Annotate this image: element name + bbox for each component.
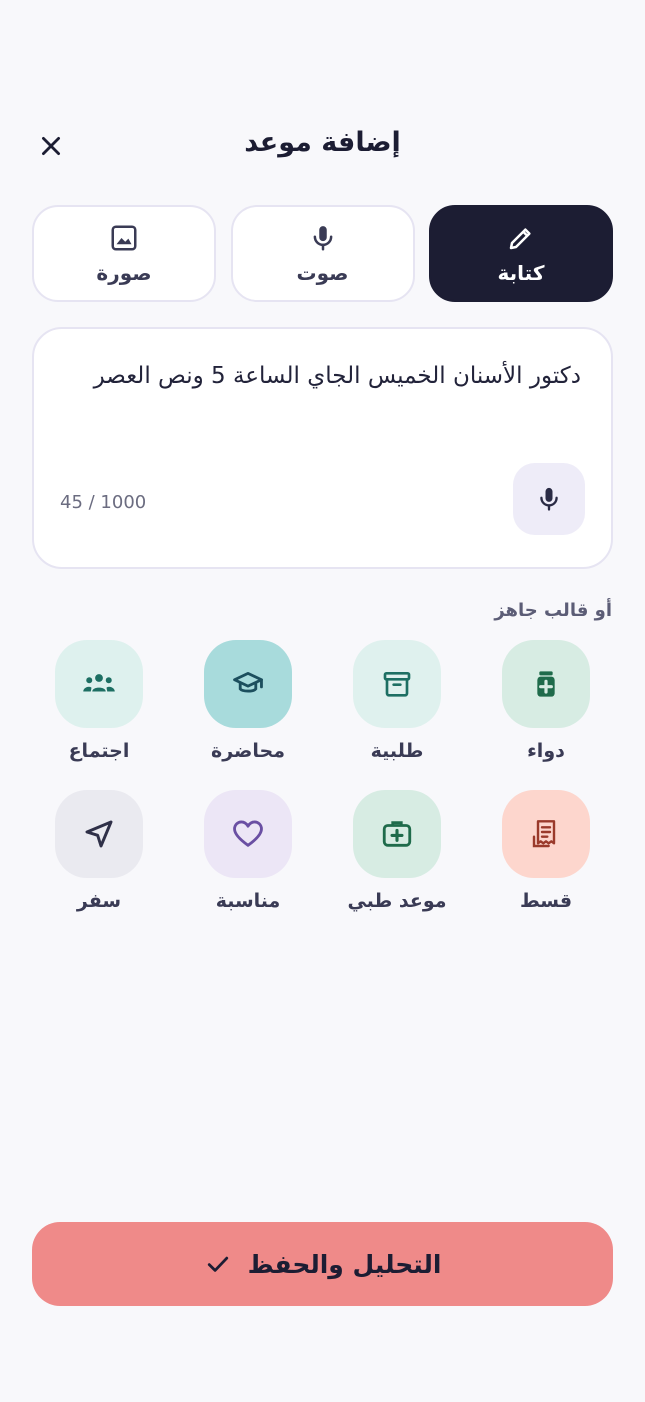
template-lecture[interactable]: محاضرة	[183, 640, 313, 762]
template-installment-label: قسط	[519, 890, 573, 912]
template-occasion-tile	[204, 790, 292, 878]
template-medical-appointment-label: موعد طبي	[347, 890, 447, 912]
tab-write-label: كتابة	[497, 260, 545, 285]
input-mode-tabs: صورة صوت كتابة	[32, 205, 613, 302]
archive-box-icon	[383, 672, 411, 697]
template-medicine-tile	[502, 640, 590, 728]
template-order-tile	[353, 640, 441, 728]
template-travel-tile	[55, 790, 143, 878]
group-icon	[83, 674, 115, 692]
check-icon	[207, 1256, 228, 1272]
template-medical-appointment[interactable]: موعد طبي	[332, 790, 462, 912]
tab-write[interactable]: كتابة	[429, 205, 613, 302]
page-title: إضافة موعد	[244, 127, 401, 158]
receipt-icon	[532, 820, 556, 848]
tab-image-label: صورة	[96, 260, 152, 285]
input-text[interactable]: دكتور الأسنان الخميس الجاي الساعة 5 ونص …	[64, 363, 581, 389]
image-icon	[111, 225, 137, 250]
template-meeting-label: اجتماع	[68, 740, 130, 762]
first-aid-kit-icon	[382, 821, 412, 847]
heart-icon	[233, 820, 263, 847]
dictate-button[interactable]	[513, 463, 585, 535]
template-installment[interactable]: قسط	[481, 790, 611, 912]
tab-voice[interactable]: صوت	[230, 205, 415, 302]
template-occasion-label: مناسبة	[215, 890, 281, 912]
header: إضافة موعد	[0, 115, 645, 175]
template-meeting[interactable]: اجتماع	[34, 640, 164, 762]
graduation-cap-icon	[233, 671, 263, 693]
appointment-text-input[interactable]: دكتور الأسنان الخميس الجاي الساعة 5 ونص …	[32, 327, 613, 569]
template-occasion[interactable]: مناسبة	[183, 790, 313, 912]
template-medicine[interactable]: دواء	[481, 640, 611, 762]
template-travel-label: سفر	[76, 890, 122, 912]
template-meeting-tile	[55, 640, 143, 728]
template-medical-appointment-tile	[353, 790, 441, 878]
template-medicine-label: دواء	[527, 740, 565, 762]
template-lecture-label: محاضرة	[211, 740, 285, 762]
template-travel[interactable]: سفر	[34, 790, 164, 912]
template-installment-tile	[502, 790, 590, 878]
analyze-save-button[interactable]: التحليل والحفظ	[32, 1222, 613, 1306]
tab-voice-label: صوت	[296, 260, 349, 285]
microphone-icon	[313, 225, 332, 250]
pencil-icon	[509, 227, 531, 249]
character-counter: 45 / 1000	[60, 492, 147, 513]
template-order[interactable]: طلبية	[332, 640, 462, 762]
navigation-arrow-icon	[85, 820, 113, 848]
template-order-label: طلبية	[370, 740, 424, 762]
template-lecture-tile	[204, 640, 292, 728]
microphone-icon	[540, 487, 558, 511]
templates-label: أو قالب جاهز	[494, 600, 612, 621]
tab-image[interactable]: صورة	[32, 205, 216, 302]
medicine-icon	[537, 671, 555, 697]
analyze-save-label: التحليل والحفظ	[247, 1249, 442, 1279]
